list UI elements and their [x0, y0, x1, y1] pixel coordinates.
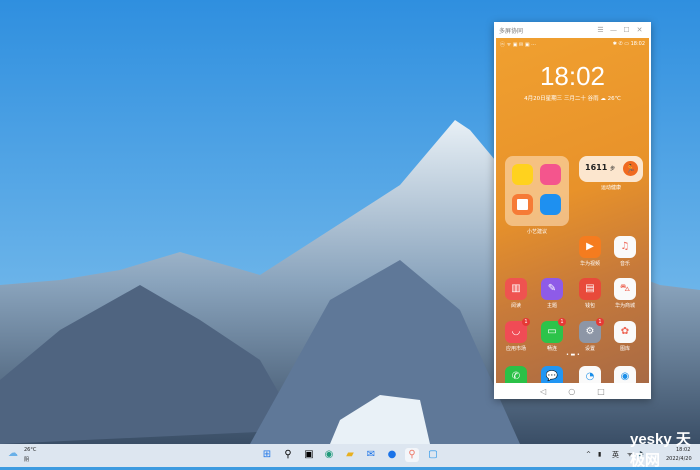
app-icon[interactable]: ▤ [579, 278, 601, 300]
app-icon[interactable]: ▭ 1 [541, 318, 566, 343]
mail-icon[interactable]: ✉ [364, 448, 378, 462]
bilibili-icon[interactable] [540, 164, 561, 185]
app-folder[interactable] [505, 156, 569, 226]
taskbar: ☁ 26°C 阴 ⊞ ⚲ ▣ ◉ ▰ ✉ ● ⚲ ▢ ^ ▮ 英 ᯤ 🔈 18:… [0, 444, 700, 467]
app-glyph-icon: ⚙ [585, 326, 595, 337]
camera-icon[interactable]: ◉ [614, 366, 636, 383]
minimize-button[interactable]: — [607, 26, 620, 34]
weather-text: ☁ 26℃ [600, 96, 621, 102]
app-label: 音乐 [619, 261, 630, 267]
status-icons-right: ✱ ✆ ▭ 18:02 [612, 41, 645, 47]
start-icon[interactable]: ⊞ [260, 448, 274, 462]
browser-icon[interactable]: ◔ [579, 366, 601, 383]
notification-badge: 1 [522, 318, 530, 326]
app-label: 应用市场 [505, 346, 526, 352]
watermark: yesky 天极网 [630, 431, 691, 469]
document-app-icon[interactable] [512, 194, 533, 215]
weather-desc: 阴 [24, 457, 30, 463]
window-title: 多屏协同 [499, 27, 524, 35]
battery-tray-icon[interactable]: ▮ [598, 451, 601, 458]
app-icon[interactable]: ▶ [579, 236, 601, 258]
phone-status-bar: ⓝ ᯤ ▣ ✉ ▣ ··· ✱ ✆ ▭ 18:02 [496, 38, 649, 51]
app-glyph-icon: ▥ [511, 283, 521, 294]
phone-icon[interactable]: ✆ [505, 366, 527, 383]
phone-screen[interactable]: ⓝ ᯤ ▣ ✉ ▣ ··· ✱ ✆ ▭ 18:02 18:02 4月20日星期三 … [496, 38, 649, 383]
maximize-button[interactable]: ☐ [620, 26, 633, 34]
messages-icon[interactable]: 💬 [541, 366, 563, 383]
weather-icon[interactable]: ☁ [8, 448, 18, 459]
page-indicator[interactable]: • ▬ • [566, 352, 580, 358]
browser-icon[interactable]: ● [385, 448, 399, 462]
app-icon[interactable]: ✎ [541, 278, 563, 300]
app-label: 华为视频 [579, 261, 600, 267]
multi-screen-app-icon[interactable]: ⚲ [405, 448, 419, 462]
app-icon[interactable]: ⚙ 1 [579, 318, 604, 343]
notification-badge: 1 [558, 318, 566, 326]
notification-badge: 1 [596, 318, 604, 326]
app-icon[interactable]: ♫ [614, 236, 636, 258]
tray-overflow-icon[interactable]: ^ [586, 451, 591, 458]
app-glyph-icon: ▶ [586, 241, 594, 252]
app-icon[interactable]: ⛍ [614, 278, 636, 300]
app-icon[interactable] [512, 164, 533, 185]
app-icon[interactable]: ✿ [614, 321, 636, 343]
status-icons-left: ⓝ ᯤ ▣ ✉ ▣ ··· [500, 42, 536, 48]
lock-clock: 18:02 [539, 61, 606, 91]
close-button[interactable]: ✕ [633, 26, 646, 34]
app-icon[interactable]: ▥ [505, 278, 527, 300]
input-language[interactable]: 英 [612, 450, 619, 460]
phone-nav-bar: ◁ ○ □ [494, 383, 651, 399]
app-glyph-icon: ✎ [547, 283, 557, 294]
app-label: 畅连 [546, 346, 557, 352]
edge-icon[interactable]: ◉ [322, 448, 336, 462]
search-icon[interactable]: ⚲ [281, 448, 295, 462]
app-glyph-icon: ⛍ [619, 283, 631, 294]
app-glyph-icon: ♫ [620, 241, 630, 252]
steps-count: 1611 [585, 163, 608, 172]
multi-screen-window[interactable]: 多屏协同 ☰ — ☐ ✕ ⓝ ᯤ ▣ ✉ ▣ ··· ✱ ✆ ▭ 18:02 18… [494, 22, 651, 399]
home-button[interactable]: ○ [568, 387, 575, 396]
app-glyph-icon: ◡ [511, 326, 521, 337]
huawei-pc-manager-icon[interactable]: ▢ [426, 448, 440, 462]
running-icon: 🏃 [623, 161, 638, 176]
steps-unit: 步 [610, 166, 616, 172]
app-label: 主题 [546, 303, 557, 309]
app-label: 图库 [619, 346, 630, 352]
file-explorer-icon[interactable]: ▰ [343, 448, 357, 462]
window-titlebar[interactable]: 多屏协同 ☰ — ☐ ✕ [494, 22, 651, 38]
date-line: 4月20日星期三 三月二十 谷雨 ☁ 26℃ [496, 94, 649, 102]
back-button[interactable]: ◁ [540, 387, 546, 396]
folder-label: 小艺建议 [526, 229, 547, 235]
app-label: 钱包 [584, 303, 595, 309]
recents-button[interactable]: □ [597, 387, 605, 396]
mail-icon[interactable] [540, 194, 561, 215]
app-label: 阅读 [510, 303, 521, 309]
weather-temp[interactable]: 26°C [24, 447, 36, 453]
app-glyph-icon: ▭ [547, 326, 557, 337]
app-label: 设置 [584, 346, 595, 352]
date-text: 4月20日星期三 三月二十 谷雨 [524, 96, 599, 102]
app-glyph-icon: ✿ [620, 326, 630, 337]
app-label: 华为商城 [614, 303, 635, 309]
task-view-icon[interactable]: ▣ [302, 448, 316, 462]
health-label: 运动健康 [600, 185, 621, 191]
app-icon[interactable]: ◡ 1 [505, 318, 530, 343]
app-glyph-icon: ▤ [585, 283, 595, 294]
menu-button[interactable]: ☰ [594, 26, 607, 34]
health-widget[interactable]: 1611 步 🏃 [579, 156, 643, 182]
